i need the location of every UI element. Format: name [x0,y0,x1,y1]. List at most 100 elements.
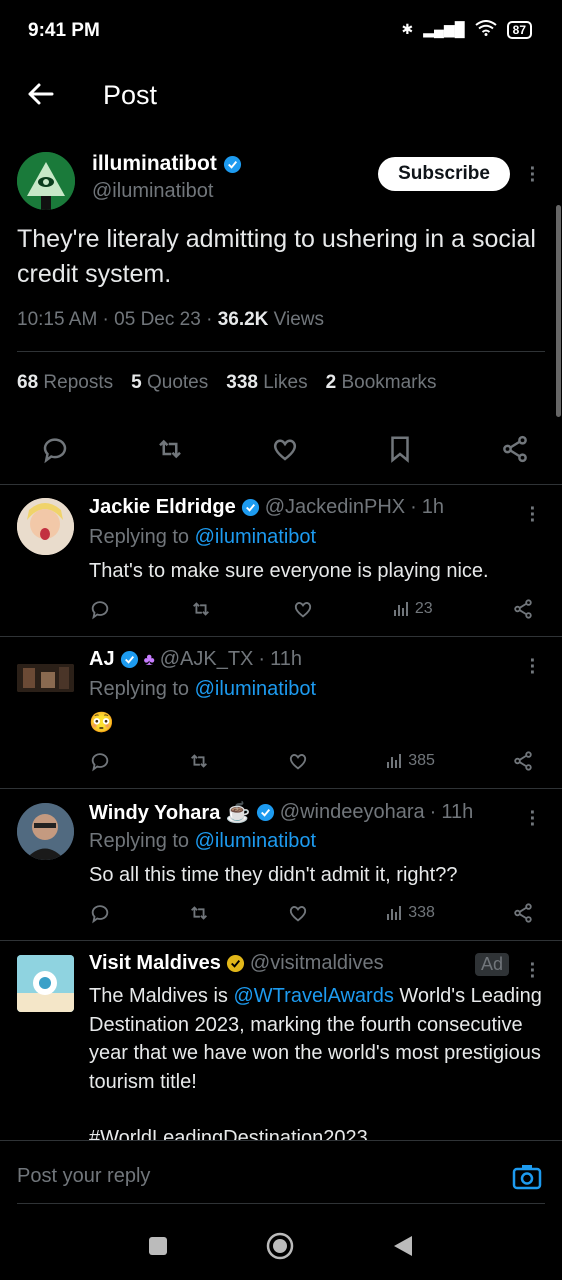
replying-to: Replying to @iluminatibot [89,678,317,700]
quotes-stat[interactable]: 5 Quotes [131,372,208,394]
reply-action-bar: 338 [89,902,534,924]
status-time: 9:41 PM [28,20,100,41]
repost-icon[interactable] [155,434,185,464]
like-icon[interactable] [292,598,314,620]
views-count[interactable]: 23 [393,600,433,618]
battery-icon: 87 [506,20,532,39]
post-views-label: Views [273,309,325,330]
bookmarks-stat[interactable]: 2 Bookmarks [326,372,437,394]
post-date: 05 Dec 23 [114,309,201,330]
more-options-icon[interactable]: · · · [528,955,538,987]
ad-post[interactable]: Visit Maldives @visitmaldives · · · The Ma… [0,952,562,1140]
verified-badge-icon [120,650,138,669]
share-icon[interactable] [512,750,534,772]
divider [0,636,562,637]
top-header: Post [0,66,562,126]
reply-author-handle[interactable]: @JackedinPHX [265,496,405,519]
like-icon[interactable] [287,902,309,924]
reply-text: 😳 [89,712,114,734]
gold-verified-badge-icon [226,954,244,973]
views-count[interactable]: 385 [386,752,435,770]
post-action-bar [40,434,530,464]
reply-action-bar: 385 [89,750,534,772]
reply-header: AJ ♣ @AJK_TX · 11h [89,648,302,671]
reply-author-name[interactable]: Windy Yohara ☕ [89,800,251,825]
post-time: 10:15 AM [17,309,98,330]
ad-author-handle[interactable]: @visitmaldives [250,952,384,975]
more-options-icon[interactable]: · · · [528,159,538,191]
like-icon[interactable] [287,750,309,772]
post-views-count: 36.2K [217,309,269,330]
reply-author-handle[interactable]: @AJK_TX [160,648,254,671]
share-icon[interactable] [512,598,534,620]
ad-badge: Ad [475,953,510,976]
views-count[interactable]: 338 [386,904,435,922]
wifi-icon [475,20,497,39]
replying-to: Replying to @iluminatibot [89,830,317,852]
repost-icon[interactable] [190,598,212,620]
reply-icon[interactable] [89,750,111,772]
analytics-icon [387,754,402,768]
analytics-icon [393,602,408,616]
replying-to-link[interactable]: @iluminatibot [195,678,316,700]
ad-author-name[interactable]: Visit Maldives [89,952,221,975]
share-icon[interactable] [500,434,530,464]
bookmark-icon[interactable] [385,434,415,464]
ad-text: The Maldives is @WTravelAwards World's L… [89,985,542,1093]
reply-author-name[interactable]: Jackie Eldridge [89,496,236,519]
post-stats: 68 Reposts 5 Quotes 338 Likes 2 Bookmark… [17,372,436,394]
reply-header: Windy Yohara ☕ @windeeyohara · 11h [89,800,474,825]
reply-avatar[interactable] [17,803,74,860]
more-options-icon[interactable]: · · · [528,803,538,835]
reply-author-name[interactable]: AJ [89,648,115,671]
reposts-stat[interactable]: 68 Reposts [17,372,113,394]
reply-item[interactable]: AJ ♣ @AJK_TX · 11h · · · Replying to @ilum… [0,648,562,788]
more-options-icon[interactable]: · · · [528,499,538,531]
reply-icon[interactable] [89,902,111,924]
reply-age: 11h [441,801,474,823]
reply-age: 11h [270,648,302,670]
reply-item[interactable]: Windy Yohara ☕ @windeeyohara · 11h · · · R… [0,800,562,940]
share-icon[interactable] [512,902,534,924]
like-icon[interactable] [270,434,300,464]
ad-hashtag-link[interactable]: #WorldLeadingDestination2023 [89,1124,549,1140]
recents-icon[interactable] [148,1236,168,1256]
reply-icon[interactable] [89,598,111,620]
reply-action-bar: 23 [89,598,534,620]
reply-header: Jackie Eldridge @JackedinPHX · 1h [89,496,445,519]
repost-icon[interactable] [188,750,210,772]
reply-author-handle[interactable]: @windeeyohara [280,801,425,824]
replying-to-link[interactable]: @iluminatibot [195,830,316,852]
more-options-icon[interactable]: · · · [528,651,538,683]
ad-mention-link[interactable]: @WTravelAwards [234,985,394,1007]
back-arrow-icon[interactable] [24,78,56,110]
affiliate-badge-icon: ♣ [143,649,155,669]
reply-composer: Post your reply [0,1140,562,1205]
android-nav-bar [0,1212,562,1280]
likes-stat[interactable]: 338 Likes [226,372,307,394]
scrollbar[interactable] [556,205,561,417]
verified-badge-icon [256,803,274,822]
replying-to-link[interactable]: @iluminatibot [195,526,316,548]
back-nav-icon[interactable] [392,1234,414,1258]
reply-text: That's to make sure everyone is playing … [89,560,489,582]
post-author-handle[interactable]: @iluminatibot [92,180,213,203]
post-meta: 10:15 AM · 05 Dec 23 · 36.2K Views [17,309,325,330]
post-author-name[interactable]: illuminatibot [92,152,242,176]
repost-icon[interactable] [188,902,210,924]
reply-icon[interactable] [40,434,70,464]
reply-avatar[interactable] [17,498,74,555]
author-name-text: illuminatibot [92,152,217,175]
reply-item[interactable]: Jackie Eldridge @JackedinPHX · 1h · · · Re… [0,496,562,636]
status-icons: ✱ ▂▄▆█ 87 [402,20,532,39]
reply-text: So all this time they didn't admit it, r… [89,864,458,886]
home-icon[interactable] [266,1232,294,1260]
reply-age: 1h [421,496,445,518]
divider [17,351,545,352]
reply-input[interactable]: Post your reply [17,1165,150,1188]
ad-avatar[interactable] [17,955,74,1012]
subscribe-button[interactable]: Subscribe [378,157,510,191]
post-author-avatar[interactable] [17,152,75,210]
camera-icon[interactable] [512,1163,542,1191]
reply-avatar[interactable] [17,664,74,692]
